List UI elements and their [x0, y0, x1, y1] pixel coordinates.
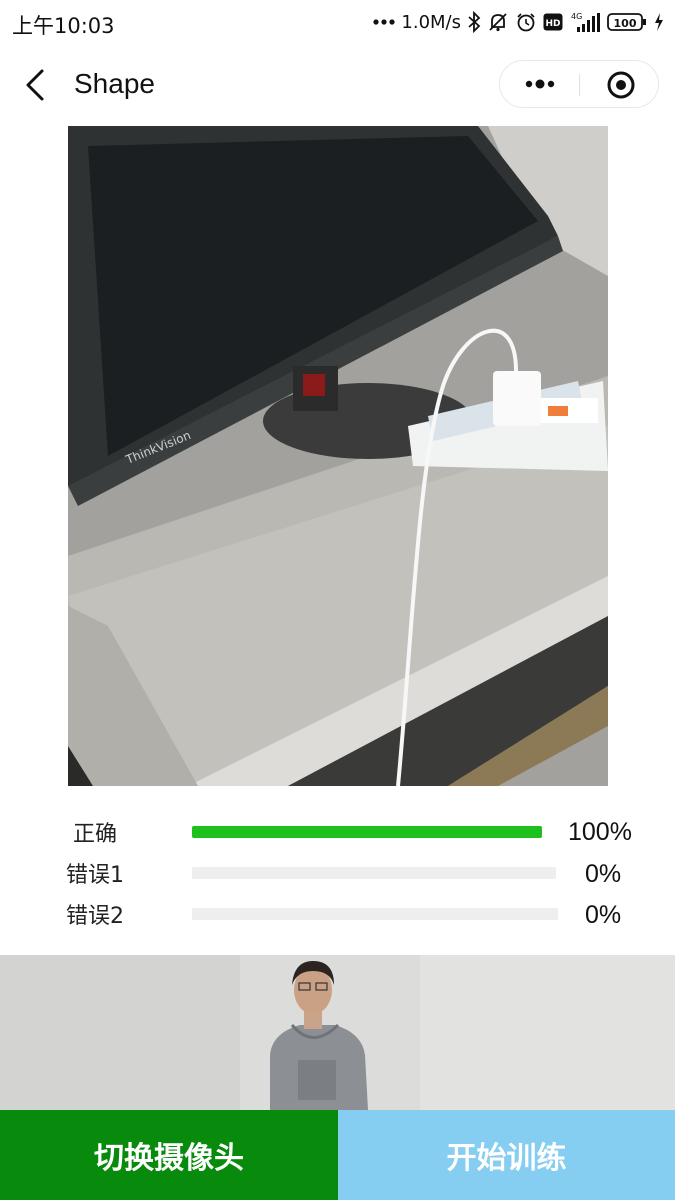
status-time: 上午10:03: [12, 14, 115, 38]
prediction-label: 正确: [73, 822, 118, 847]
network-speed: 1.0M/s: [401, 11, 461, 33]
prediction-label: 错误1: [66, 863, 124, 888]
prediction-row-correct: 正确 100%: [0, 814, 675, 854]
hd-icon: HD: [543, 12, 563, 32]
prediction-row-error2: 错误2 0%: [0, 896, 675, 936]
bluetooth-icon: [467, 11, 481, 33]
battery-icon: 100: [607, 11, 647, 33]
prediction-value: 0%: [585, 860, 622, 888]
mute-icon: [487, 11, 509, 33]
prediction-bar: [192, 867, 556, 879]
more-button[interactable]: [522, 61, 558, 107]
start-training-button[interactable]: 开始训练: [338, 1110, 675, 1200]
menu-capsule: [499, 60, 659, 108]
page-title: Shape: [74, 68, 155, 99]
nav-bar: Shape: [0, 44, 675, 124]
prediction-bar: [192, 908, 558, 920]
battery-level: 100: [614, 17, 637, 30]
camera-preview: ThinkVision: [68, 126, 608, 786]
svg-text:HD: HD: [545, 19, 560, 29]
switch-camera-button[interactable]: 切换摄像头: [0, 1110, 338, 1200]
status-icons: 1.0M/s HD 4G 100: [373, 8, 665, 36]
chevron-left-icon: [26, 69, 44, 101]
back-button[interactable]: [22, 68, 50, 102]
prediction-bar-fill: [192, 826, 542, 838]
target-icon: [607, 71, 635, 99]
svg-text:4G: 4G: [571, 12, 582, 21]
prediction-value: 100%: [568, 818, 632, 846]
camera-image: ThinkVision: [68, 126, 608, 786]
status-bar: 上午10:03 1.0M/s HD 4G 100: [0, 0, 675, 44]
close-miniprogram-button[interactable]: [606, 70, 636, 100]
dots-icon: [373, 18, 395, 26]
charging-icon: [653, 11, 665, 33]
capsule-divider: [579, 74, 580, 96]
prediction-value: 0%: [585, 901, 622, 929]
prediction-bar: [192, 826, 542, 838]
front-camera-preview: [0, 955, 675, 1110]
prediction-row-error1: 错误1 0%: [0, 855, 675, 895]
signal-4g-icon: 4G: [569, 11, 601, 33]
alarm-icon: [515, 11, 537, 33]
front-camera-image: [0, 955, 675, 1110]
prediction-label: 错误2: [66, 904, 124, 929]
more-dots-icon: [525, 79, 555, 89]
